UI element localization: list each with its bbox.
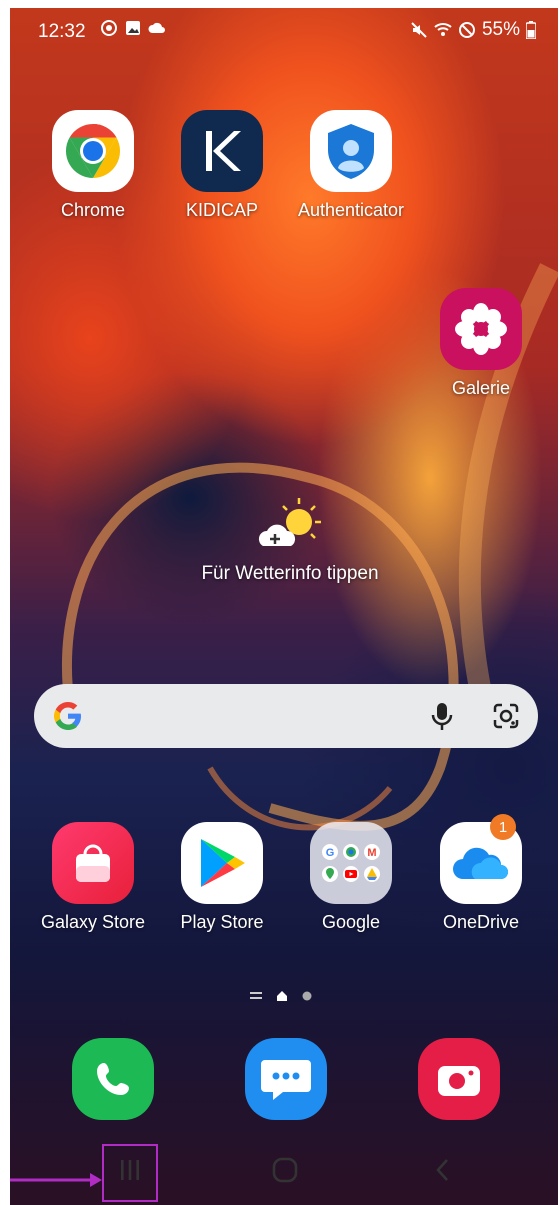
app-galerie[interactable]: Galerie <box>426 288 536 399</box>
pointer-arrow-icon <box>10 1173 102 1187</box>
google-lens-icon[interactable] <box>492 702 520 730</box>
app-label: Galerie <box>451 378 511 398</box>
app-onedrive[interactable]: 1 OneDrive <box>426 814 536 933</box>
google-folder-icon: G M <box>322 844 380 882</box>
app-label: Authenticator <box>297 200 405 220</box>
weather-widget[interactable]: Für Wetterinfo tippen <box>160 496 420 585</box>
back-button[interactable] <box>418 1138 468 1202</box>
svg-text:M: M <box>367 847 376 859</box>
app-kidicap[interactable]: KIDICAP <box>167 110 277 221</box>
home-screen: 12:32 55% Chrome KIDICAP Authenticator G… <box>10 8 558 1205</box>
play-store-icon <box>201 839 245 887</box>
galaxy-store-icon <box>76 844 110 882</box>
dock-camera[interactable] <box>404 1038 514 1120</box>
home-button[interactable] <box>260 1138 310 1202</box>
phone-icon <box>97 1063 129 1095</box>
messages-icon <box>261 1060 311 1100</box>
battery-icon <box>526 21 536 39</box>
app-label: Chrome <box>60 200 126 220</box>
home-page-icon <box>277 991 287 1001</box>
back-icon <box>436 1159 448 1181</box>
app-label: Galaxy Store <box>40 912 146 932</box>
camera-icon <box>438 1066 480 1096</box>
galerie-icon <box>455 303 507 355</box>
weather-text: Für Wetterinfo tippen <box>201 563 379 584</box>
home-icon <box>272 1157 298 1183</box>
svg-text:G: G <box>326 847 335 859</box>
dock-messages[interactable] <box>231 1038 341 1120</box>
screen-recorder-icon <box>101 20 117 36</box>
kidicap-icon <box>206 131 241 171</box>
weather-sun-cloud-icon <box>258 498 321 546</box>
recents-highlight-box <box>102 1144 158 1202</box>
chrome-icon <box>65 123 121 178</box>
google-search-bar[interactable] <box>34 684 538 748</box>
status-time: 12:32 <box>38 21 86 42</box>
gallery-notification-icon <box>126 21 140 35</box>
no-disturb-icon <box>458 22 475 38</box>
mute-icon <box>411 22 427 38</box>
google-g-icon <box>54 702 81 730</box>
app-google-folder[interactable]: G M Google <box>296 822 406 933</box>
battery-percent: 55% <box>481 19 520 40</box>
notification-badge: 1 <box>490 814 516 840</box>
app-chrome[interactable]: Chrome <box>38 110 148 221</box>
app-label: OneDrive <box>442 912 520 932</box>
menu-lines-icon <box>250 992 262 999</box>
app-play-store[interactable]: Play Store <box>167 822 277 933</box>
page-dot-icon <box>302 991 312 1001</box>
wifi-icon <box>434 23 452 36</box>
weather-notification-icon <box>148 22 165 33</box>
app-authenticator[interactable]: Authenticator <box>296 110 406 221</box>
dock-phone[interactable] <box>58 1038 168 1120</box>
app-label: Google <box>321 912 381 932</box>
app-galaxy-store[interactable]: Galaxy Store <box>38 822 148 933</box>
authenticator-icon <box>328 124 374 179</box>
app-label: KIDICAP <box>185 200 259 220</box>
mic-icon[interactable] <box>430 702 454 732</box>
onedrive-icon <box>453 847 508 879</box>
page-indicator[interactable] <box>250 990 312 1002</box>
app-label: Play Store <box>180 912 264 932</box>
status-bar: 12:32 55% <box>10 8 558 56</box>
